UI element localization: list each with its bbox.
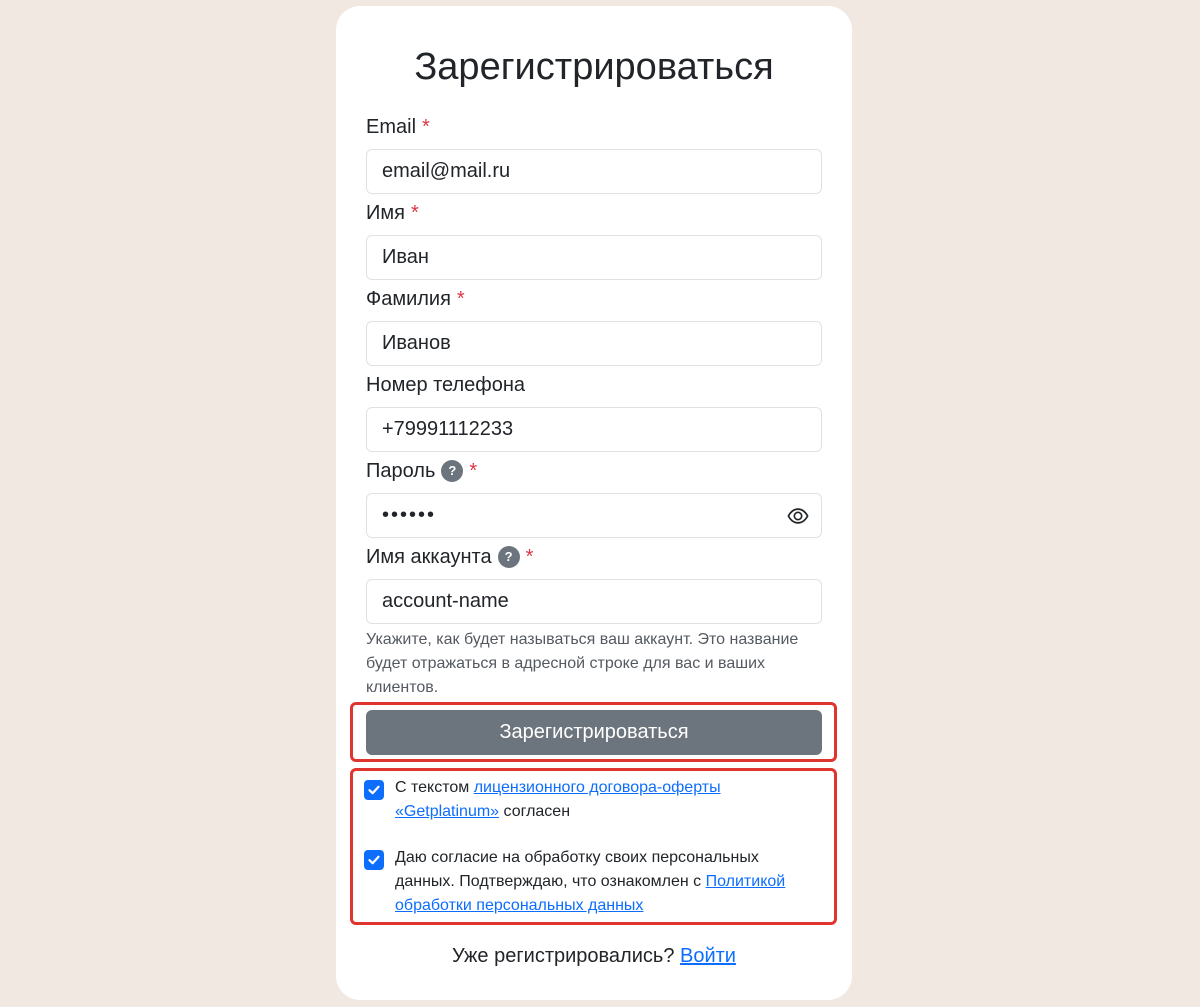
email-field-group: Email * email@mail.ru — [366, 114, 822, 194]
last-name-input[interactable]: Иванов — [366, 321, 822, 366]
email-label: Email — [366, 116, 417, 138]
first-name-label: Имя — [366, 202, 405, 224]
personal-data-consent-text: Даю согласие на обработку своих персонал… — [395, 846, 804, 918]
license-consent: С текстом лицензионного договора-оферты … — [364, 776, 804, 824]
page-title: Зарегистрироваться — [414, 46, 774, 88]
checkmark-icon — [368, 785, 380, 795]
account-name-label-row: Имя аккаунта ? * — [366, 544, 822, 570]
login-prompt: Уже регистрировались? Войти — [336, 943, 852, 969]
email-input[interactable]: email@mail.ru — [366, 149, 822, 194]
eye-icon[interactable] — [787, 506, 809, 526]
account-name-label: Имя аккаунта — [366, 546, 492, 568]
register-button[interactable]: Зарегистрироваться — [366, 710, 822, 755]
personal-data-checkbox[interactable] — [364, 850, 384, 870]
login-prompt-text: Уже регистрировались? — [452, 945, 680, 967]
required-mark: * — [469, 460, 478, 482]
required-mark: * — [410, 202, 419, 224]
phone-field-group: Номер телефона +79991112233 — [366, 372, 822, 452]
last-name-label: Фамилия — [366, 288, 451, 310]
last-name-label-row: Фамилия * — [366, 286, 822, 312]
checkmark-icon — [368, 855, 380, 865]
email-label-row: Email * — [366, 114, 822, 140]
first-name-label-row: Имя * — [366, 200, 822, 226]
account-name-hint: Укажите, как будет называться ваш аккаун… — [366, 631, 799, 696]
password-field-group: Пароль ? * •••••• — [366, 458, 822, 538]
license-text-after: согласен — [499, 803, 571, 820]
registration-card: Зарегистрироваться Email * email@mail.ru… — [336, 6, 852, 1000]
last-name-field-group: Фамилия * Иванов — [366, 286, 822, 366]
personal-data-text-before: Даю согласие на обработку своих персонал… — [395, 849, 759, 890]
phone-label-row: Номер телефона — [366, 372, 822, 398]
license-checkbox[interactable] — [364, 780, 384, 800]
first-name-field-group: Имя * Иван — [366, 200, 822, 280]
required-mark: * — [456, 288, 465, 310]
password-input[interactable]: •••••• — [366, 493, 822, 538]
license-consent-text: С текстом лицензионного договора-оферты … — [395, 776, 804, 824]
login-link[interactable]: Войти — [680, 945, 736, 967]
account-name-input[interactable]: account-name — [366, 579, 822, 624]
account-name-field-group: Имя аккаунта ? * account-name Укажите, к… — [366, 544, 822, 700]
first-name-input[interactable]: Иван — [366, 235, 822, 280]
phone-input[interactable]: +79991112233 — [366, 407, 822, 452]
personal-data-consent: Даю согласие на обработку своих персонал… — [364, 846, 804, 918]
required-mark: * — [422, 116, 430, 138]
phone-label: Номер телефона — [366, 374, 526, 396]
password-label: Пароль — [366, 460, 436, 482]
password-label-row: Пароль ? * — [366, 458, 822, 484]
required-mark: * — [525, 546, 534, 568]
question-icon[interactable]: ? — [441, 460, 464, 482]
password-value: •••••• — [382, 504, 437, 526]
question-icon[interactable]: ? — [497, 546, 520, 568]
license-text-before: С текстом — [395, 779, 474, 796]
